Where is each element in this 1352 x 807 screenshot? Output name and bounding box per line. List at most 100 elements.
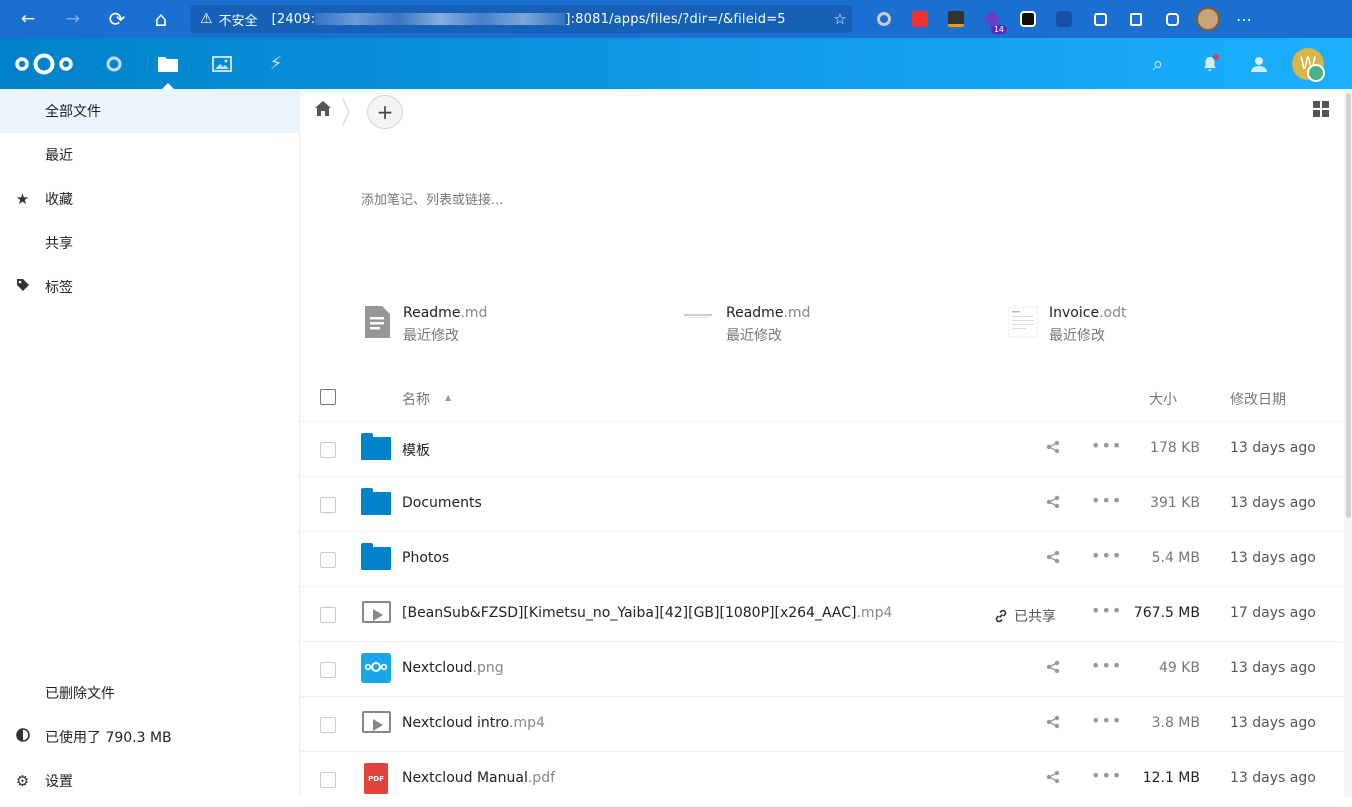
- insecure-label[interactable]: 不安全: [219, 10, 258, 29]
- user-status-icon: [1307, 64, 1325, 82]
- file-name[interactable]: Documents: [402, 495, 482, 511]
- video-icon: [361, 598, 393, 630]
- sidebar-item-quota[interactable]: 已使用了 790.3 MB: [0, 715, 300, 759]
- file-name[interactable]: Nextcloud Manual.pdf: [402, 770, 555, 786]
- file-row[interactable]: 模板 ••• 178 KB 13 days ago: [301, 422, 1343, 477]
- recent-file-subtitle: 最近修改: [403, 328, 459, 344]
- files-app-icon[interactable]: [143, 38, 193, 89]
- file-modified-date: 13 days ago: [1230, 440, 1316, 456]
- more-actions-icon[interactable]: •••: [1091, 491, 1122, 510]
- recent-file-card[interactable]: Readme.md 最近修改: [361, 305, 487, 345]
- more-actions-icon[interactable]: •••: [1091, 656, 1122, 675]
- file-row[interactable]: Photos ••• 5.4 MB 13 days ago: [301, 532, 1343, 587]
- url-suffix: ]:8081/apps/files/?dir=/&fileid=5: [565, 11, 786, 27]
- scrollbar-thumb[interactable]: [1346, 93, 1351, 518]
- reload-icon[interactable]: ⟳: [99, 0, 135, 38]
- row-checkbox[interactable]: [320, 717, 336, 733]
- browser-toolbar: ← → ⟳ ⌂ ⚠ 不安全 [2409:]:8081/apps/files/?d…: [0, 0, 1352, 38]
- share-icon[interactable]: [1043, 770, 1063, 788]
- more-actions-icon[interactable]: •••: [1091, 436, 1122, 455]
- file-row[interactable]: [BeanSub&FZSD][Kimetsu_no_Yaiba][42][GB]…: [301, 587, 1343, 642]
- share-icon[interactable]: [1043, 550, 1063, 568]
- share-icon[interactable]: [1043, 660, 1063, 678]
- more-actions-icon[interactable]: •••: [1091, 766, 1122, 785]
- column-name-header[interactable]: 名称: [402, 389, 430, 409]
- file-modified-date: 13 days ago: [1230, 495, 1316, 511]
- file-name[interactable]: Nextcloud intro.mp4: [402, 715, 545, 731]
- file-size: 49 KB: [1158, 660, 1200, 676]
- search-icon[interactable]: ⌕: [1133, 38, 1183, 89]
- file-row[interactable]: Documents ••• 391 KB 13 days ago: [301, 477, 1343, 532]
- column-size-header[interactable]: 大小: [1149, 389, 1177, 409]
- add-favorite-icon[interactable]: ☆: [828, 10, 852, 28]
- browser-menu-icon[interactable]: ⋯: [1226, 0, 1262, 38]
- recent-file-card[interactable]: Readme.md 最近修改: [684, 305, 810, 345]
- url-redacted: [315, 13, 566, 25]
- back-icon[interactable]: ←: [10, 0, 46, 38]
- extension-z-icon[interactable]: [1046, 0, 1082, 38]
- address-bar[interactable]: ⚠ 不安全 [2409:]:8081/apps/files/?dir=/&fil…: [190, 5, 852, 33]
- favorites-icon[interactable]: [1118, 0, 1154, 38]
- profile-avatar[interactable]: [1190, 0, 1226, 38]
- file-name[interactable]: Nextcloud.png: [402, 660, 504, 676]
- row-checkbox[interactable]: [320, 662, 336, 678]
- sidebar-item-label: 最近: [45, 148, 73, 164]
- notifications-bell-icon[interactable]: [1185, 38, 1235, 89]
- sidebar-item-all-files[interactable]: 全部文件: [0, 89, 300, 133]
- file-row[interactable]: PDF Nextcloud Manual.pdf ••• 12.1 MB 13 …: [301, 752, 1343, 807]
- extension-badge-icon[interactable]: 14: [974, 0, 1010, 38]
- new-file-button[interactable]: +: [367, 95, 403, 129]
- more-actions-icon[interactable]: •••: [1091, 546, 1122, 565]
- share-icon[interactable]: [1043, 715, 1063, 733]
- sidebar-item-favorites[interactable]: ★ 收藏: [0, 177, 300, 221]
- extension-amazon-icon[interactable]: [938, 0, 974, 38]
- file-name[interactable]: Photos: [402, 550, 449, 566]
- sidebar-item-shares[interactable]: 共享: [0, 221, 300, 265]
- activity-app-icon[interactable]: ⚡: [251, 38, 301, 89]
- sidebar-item-label: 收藏: [45, 192, 73, 208]
- settings-label: 设置: [45, 774, 73, 790]
- shared-link-indicator[interactable]: 已共享: [994, 606, 1056, 626]
- file-size: 12.1 MB: [1142, 770, 1200, 786]
- file-name[interactable]: 模板: [402, 440, 430, 460]
- nextcloud-logo-icon[interactable]: [14, 51, 74, 77]
- select-all-checkbox[interactable]: [320, 389, 336, 405]
- url-prefix: [2409:: [271, 11, 316, 27]
- photos-app-icon[interactable]: [197, 38, 247, 89]
- file-name[interactable]: [BeanSub&FZSD][Kimetsu_no_Yaiba][42][GB]…: [402, 605, 892, 621]
- sidebar-item-settings[interactable]: ⚙ 设置: [0, 759, 300, 803]
- folder-icon: [361, 543, 393, 575]
- column-modified-header[interactable]: 修改日期: [1230, 389, 1286, 409]
- url-text[interactable]: [2409: ]:8081/apps/files/?dir=/&fileid=5: [272, 12, 828, 27]
- more-actions-icon[interactable]: •••: [1091, 601, 1122, 620]
- row-checkbox[interactable]: [320, 772, 336, 788]
- row-checkbox[interactable]: [320, 497, 336, 513]
- recent-file-subtitle: 最近修改: [726, 328, 782, 344]
- file-row[interactable]: Nextcloud.png ••• 49 KB 13 days ago: [301, 642, 1343, 697]
- sidebar-item-deleted-files[interactable]: 已删除文件: [0, 671, 300, 715]
- home-icon[interactable]: ⌂: [143, 0, 179, 38]
- share-icon[interactable]: [1043, 440, 1063, 458]
- link-icon: [995, 609, 1007, 623]
- grid-view-toggle-icon[interactable]: [1313, 101, 1329, 117]
- share-icon[interactable]: [1043, 495, 1063, 513]
- row-checkbox[interactable]: [320, 607, 336, 623]
- recent-file-card[interactable]: Invoice.odt 最近修改: [1007, 305, 1126, 345]
- row-checkbox[interactable]: [320, 442, 336, 458]
- breadcrumb-home-icon[interactable]: [315, 101, 331, 120]
- extension-cube-icon[interactable]: [902, 0, 938, 38]
- rich-workspace-placeholder[interactable]: 添加笔记、列表或链接...: [361, 189, 503, 208]
- dashboard-app-icon[interactable]: [89, 38, 139, 89]
- row-checkbox[interactable]: [320, 552, 336, 568]
- extensions-puzzle-icon[interactable]: [1082, 0, 1118, 38]
- extension-eyes-icon[interactable]: [1010, 0, 1046, 38]
- sidebar-item-recent[interactable]: 最近: [0, 133, 300, 177]
- extension-circle-icon[interactable]: [866, 0, 902, 38]
- contacts-icon[interactable]: [1234, 38, 1284, 89]
- forward-icon[interactable]: →: [55, 0, 91, 38]
- file-row[interactable]: Nextcloud intro.mp4 ••• 3.8 MB 13 days a…: [301, 697, 1343, 752]
- sidebar-item-tags[interactable]: 标签: [0, 265, 300, 309]
- collections-icon[interactable]: [1154, 0, 1190, 38]
- quota-pie-icon: [0, 728, 45, 746]
- more-actions-icon[interactable]: •••: [1091, 711, 1122, 730]
